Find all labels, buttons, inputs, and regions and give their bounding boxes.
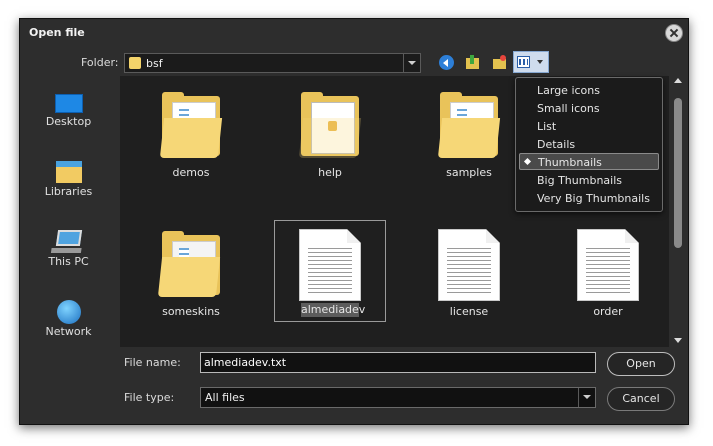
file-name-input[interactable] [200, 352, 596, 373]
network-icon [57, 300, 81, 324]
folder-icon [159, 92, 223, 158]
file-item[interactable]: license [414, 221, 524, 321]
title-bar: Open file [20, 19, 688, 47]
file-type-select[interactable]: All files [200, 387, 596, 408]
place-libraries[interactable]: Libraries [29, 150, 108, 205]
vertical-scrollbar[interactable] [671, 76, 685, 347]
scroll-up-icon[interactable] [674, 78, 682, 83]
folder-icon [298, 92, 362, 158]
new-folder-icon[interactable] [491, 54, 509, 72]
file-type-value: All files [205, 391, 245, 404]
place-label: Libraries [44, 185, 93, 198]
file-name-label: demos [172, 166, 210, 179]
file-name-label: help [318, 166, 342, 179]
view-menu: Large icons Small icons List Details Thu… [515, 77, 663, 212]
folder-select[interactable]: bsf [124, 53, 421, 73]
place-desktop[interactable]: Desktop [29, 80, 108, 135]
place-network[interactable]: Network [29, 290, 108, 345]
folder-value: bsf [146, 57, 163, 70]
text-file-icon [299, 229, 361, 301]
menu-item-thumbnails[interactable]: Thumbnails [519, 153, 659, 170]
this-pc-icon [55, 230, 83, 246]
text-file-icon [438, 229, 500, 301]
open-file-dialog: Open file Folder: bsf Desktop Libraries … [19, 18, 689, 425]
place-label: Network [45, 325, 92, 338]
open-button[interactable]: Open [607, 352, 675, 376]
back-icon[interactable] [438, 54, 456, 72]
close-button[interactable] [665, 24, 683, 42]
file-name-label: someskins [162, 305, 220, 318]
scroll-down-icon[interactable] [674, 338, 682, 343]
file-item-selected[interactable]: almediadev [274, 220, 386, 322]
folder-icon [157, 231, 221, 297]
file-name-label: File name: [124, 356, 181, 369]
file-item[interactable]: demos [136, 82, 246, 182]
place-label: Desktop [45, 115, 92, 128]
file-item[interactable]: order [553, 221, 663, 321]
desktop-icon [55, 94, 83, 113]
file-name-label: order [593, 305, 623, 318]
file-item[interactable]: help [275, 82, 385, 182]
menu-item-details[interactable]: Details [519, 136, 659, 153]
file-name-label: license [449, 305, 489, 318]
dialog-title: Open file [29, 26, 85, 39]
folder-icon [437, 92, 501, 158]
file-item[interactable]: samples [414, 82, 524, 182]
chevron-down-icon[interactable] [403, 54, 420, 72]
chevron-down-icon[interactable] [578, 388, 595, 407]
file-type-label: File type: [124, 391, 175, 404]
places-bar: Desktop Libraries This PC Network [29, 80, 108, 342]
selected-bullet-icon [523, 157, 532, 166]
chevron-down-icon [537, 60, 543, 64]
file-name-label: almediadev [301, 303, 366, 317]
view-grid-icon [517, 56, 530, 68]
place-this-pc[interactable]: This PC [29, 220, 108, 275]
text-file-icon [577, 229, 639, 301]
menu-item-small-icons[interactable]: Small icons [519, 100, 659, 117]
file-item[interactable]: someskins [136, 221, 246, 321]
cancel-button[interactable]: Cancel [607, 387, 675, 411]
folder-label: Folder: [81, 56, 119, 69]
file-name-label: samples [446, 166, 492, 179]
place-label: This PC [48, 255, 89, 268]
menu-item-list[interactable]: List [519, 118, 659, 135]
folder-icon [129, 57, 141, 69]
scroll-thumb[interactable] [674, 98, 682, 248]
menu-item-large-icons[interactable]: Large icons [519, 82, 659, 99]
view-menu-button[interactable] [513, 51, 549, 73]
libraries-icon [56, 161, 82, 183]
up-folder-icon[interactable] [464, 54, 482, 72]
menu-item-big-thumbnails[interactable]: Big Thumbnails [519, 172, 659, 189]
menu-item-very-big-thumbnails[interactable]: Very Big Thumbnails [519, 190, 659, 207]
